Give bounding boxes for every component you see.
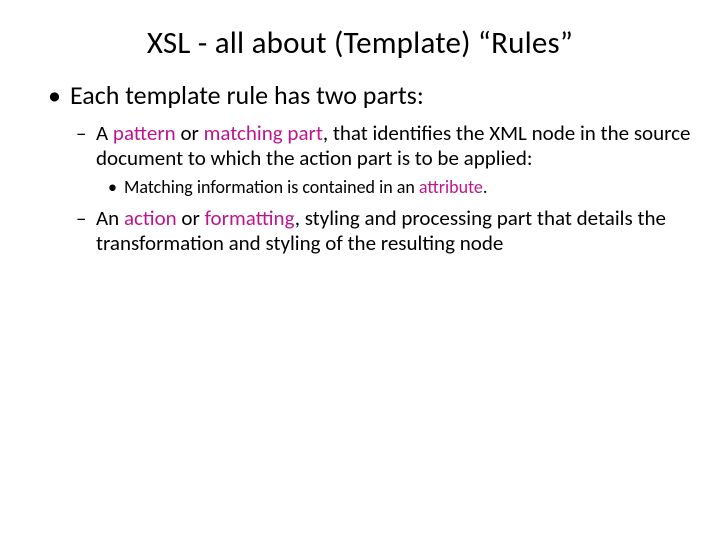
bullet-list-lvl1: Each template rule has two parts: A patt… [48,80,692,256]
text-run: Matching information is contained in an [124,176,419,198]
bullet-lvl1-item: Each template rule has two parts: A patt… [48,80,692,256]
bullet-lvl1-text: Each template rule has two parts: [70,79,424,111]
slide: XSL - all about (Template) “Rules” Each … [0,0,720,540]
highlight-text: matching part [204,120,323,146]
text-run: A [96,120,113,146]
highlight-text: attribute [419,176,483,198]
highlight-text: action [124,205,177,231]
bullet-lvl3-item: Matching information is contained in an … [108,177,692,199]
bullet-lvl2-item: A pattern or matching part, that identif… [76,121,692,198]
bullet-list-lvl2: A pattern or matching part, that identif… [76,121,692,256]
text-run: . [483,176,488,198]
text-run: An [96,205,124,231]
highlight-text: formatting [205,205,295,231]
text-run: or [177,205,205,231]
highlight-text: pattern [113,120,176,146]
bullet-lvl2-item: An action or formatting, styling and pro… [76,206,692,256]
text-run: or [176,120,204,146]
bullet-list-lvl3: Matching information is contained in an … [108,177,692,199]
slide-title: XSL - all about (Template) “Rules” [28,24,692,62]
